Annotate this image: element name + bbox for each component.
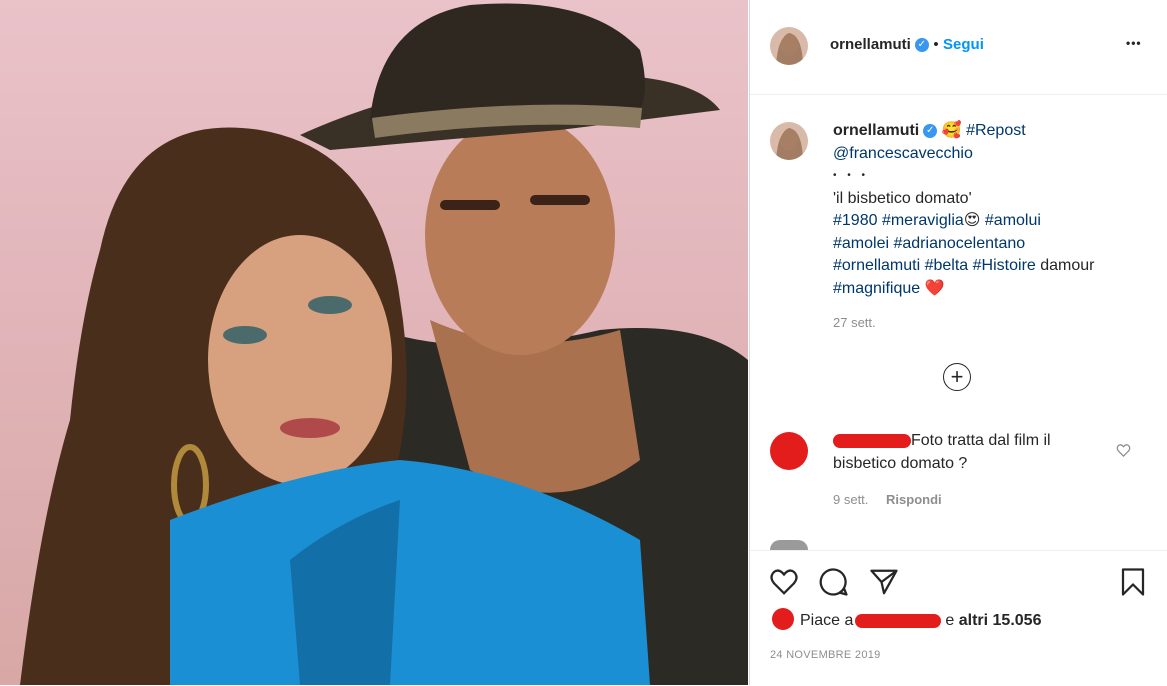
hashtag-amolei[interactable]: #amolei (833, 235, 889, 252)
username-link[interactable]: ornellamuti (830, 36, 911, 53)
smiling-hearts-emoji: 🥰 (941, 122, 962, 139)
hashtag-magnifique[interactable]: #magnifique (833, 280, 920, 297)
verified-badge-icon: ✓ (914, 37, 929, 52)
redacted-username (833, 433, 911, 448)
comment-icon[interactable] (818, 567, 850, 597)
hashtag-repost[interactable]: #Repost (966, 122, 1026, 139)
post-caption: ornellamuti ✓ 🥰 #Repost @francescavecchio… (833, 120, 1153, 335)
caption-avatar[interactable] (770, 122, 808, 160)
hashtag-histoire[interactable]: #Histoire (973, 257, 1036, 274)
heart-eyes-emoji: 😍 (963, 212, 981, 229)
hashtag-meraviglia[interactable]: #meraviglia (882, 212, 964, 229)
verified-badge-icon: ✓ (923, 123, 938, 138)
likes-suffix: e (945, 612, 955, 629)
like-heart-icon[interactable] (768, 567, 800, 597)
more-options-icon[interactable]: ••• (1126, 36, 1142, 50)
liker-avatar-redacted[interactable] (772, 608, 794, 630)
caption-timestamp[interactable]: 27 sett. (833, 312, 1153, 335)
load-more-comments-button[interactable]: + (943, 363, 971, 391)
hashtag-adrianocelentano[interactable]: #adrianocelentano (893, 235, 1025, 252)
likes-count-link[interactable]: altri 15.056 (959, 612, 1042, 629)
separator-dot: • (933, 36, 939, 53)
caption-title: 'il bisbetico domato' (833, 189, 972, 207)
post-header: ornellamuti ✓ • Segui ••• (750, 0, 1167, 95)
hashtag-amolui[interactable]: #amolui (985, 212, 1041, 229)
hashtag-belta[interactable]: #belta (925, 257, 969, 274)
post-sidebar: ornellamuti ✓ • Segui ••• ornellamuti ✓ 🥰 … (749, 0, 1167, 686)
comment-item: Foto tratta dal film il bisbetico domato… (833, 430, 1118, 512)
caption-dots: • • • (833, 170, 870, 181)
share-icon[interactable] (868, 567, 900, 597)
comment-timestamp[interactable]: 9 sett. (833, 492, 868, 507)
avatar[interactable] (770, 27, 808, 65)
caption-username[interactable]: ornellamuti (833, 122, 919, 139)
comment-like-heart-icon[interactable] (1116, 443, 1131, 458)
hashtag-ornellamuti[interactable]: #ornellamuti (833, 257, 920, 274)
likes-prefix: Piace a (800, 612, 854, 629)
likes-summary: Piace a e altri 15.056 (772, 608, 1041, 630)
caption-word: damour (1040, 257, 1095, 274)
hashtag-1980[interactable]: #1980 (833, 212, 878, 229)
follow-button[interactable]: Segui (943, 36, 984, 53)
mention-link[interactable]: @francescavecchio (833, 145, 973, 162)
post-date[interactable]: 24 NOVEMBRE 2019 (770, 649, 881, 661)
red-heart-emoji: ❤️ (924, 279, 945, 297)
commenter-avatar-redacted[interactable] (770, 432, 808, 470)
save-bookmark-icon[interactable] (1118, 567, 1148, 597)
reply-button[interactable]: Rispondi (886, 492, 942, 507)
redacted-liker-name (855, 613, 942, 628)
next-comment-avatar (770, 540, 808, 550)
post-photo-illustration (20, 3, 748, 685)
post-image[interactable] (0, 0, 748, 685)
